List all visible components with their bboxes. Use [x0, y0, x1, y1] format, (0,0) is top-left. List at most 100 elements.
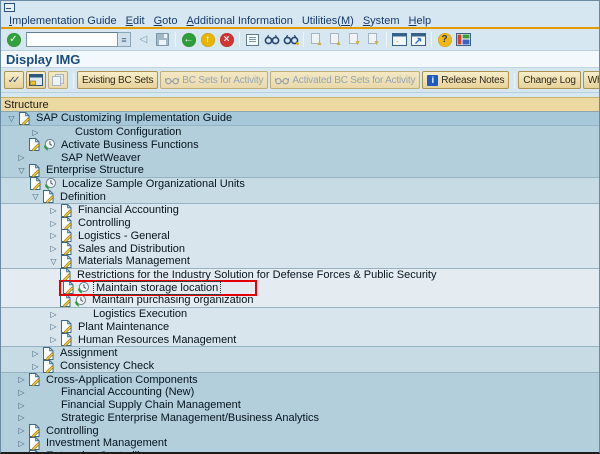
expander-closed-icon[interactable]: ▷ [47, 219, 60, 228]
tree-row[interactable]: ▽ Materials Management [1, 255, 599, 269]
command-field[interactable] [26, 32, 118, 47]
tree-item-label[interactable]: Controlling [46, 425, 99, 437]
tree-row[interactable]: Activate Business Functions [1, 138, 599, 151]
menu-system[interactable]: System [363, 15, 400, 27]
choose-icon[interactable]: ✓✓ [4, 71, 24, 89]
where-else-used-button[interactable]: Where Else Used [583, 71, 599, 89]
page-up-icon[interactable]: ▲ [327, 32, 344, 48]
doc-icon[interactable] [42, 360, 57, 373]
expander-open-icon[interactable]: ▽ [47, 257, 60, 266]
save-icon[interactable] [154, 32, 171, 48]
tree-row[interactable]: ▽ Definition [1, 190, 599, 204]
doc-icon[interactable] [62, 281, 77, 294]
help-icon[interactable]: ? [436, 32, 453, 48]
tree-row[interactable]: Maintain storage location [1, 281, 599, 294]
tree-item-label[interactable]: Financial Supply Chain Management [61, 399, 241, 411]
activity-icon[interactable] [74, 294, 89, 307]
control-menu-icon[interactable] [4, 3, 15, 12]
exit-icon[interactable]: ↑ [199, 32, 216, 48]
expander-closed-icon[interactable]: ▷ [15, 388, 28, 397]
doc-icon[interactable] [42, 347, 57, 360]
activity-icon[interactable] [44, 177, 59, 190]
print-icon[interactable] [244, 32, 261, 48]
expander-open-icon[interactable]: ▽ [5, 114, 18, 123]
doc-icon[interactable] [28, 164, 43, 177]
doc-icon[interactable] [60, 229, 75, 242]
doc-icon[interactable] [60, 255, 75, 268]
tree-item-label[interactable]: Custom Configuration [75, 126, 181, 138]
cancel-icon[interactable]: × [218, 32, 235, 48]
tree-row[interactable]: Localize Sample Organizational Units [1, 178, 599, 191]
doc-icon[interactable] [60, 320, 75, 333]
tree-item-label[interactable]: Financial Accounting [78, 204, 179, 216]
doc-icon[interactable] [60, 204, 75, 217]
tree-item-label[interactable]: Financial Accounting (New) [61, 386, 194, 398]
doc-icon[interactable] [28, 450, 43, 452]
create-shortcut-icon[interactable] [410, 32, 427, 48]
new-session-icon[interactable] [391, 32, 408, 48]
menu-help[interactable]: Help [409, 15, 432, 27]
tree-row[interactable]: ▷ Human Resources Management [1, 333, 599, 347]
tree-row[interactable]: Maintain purchasing organization [1, 294, 599, 308]
tree-item-label[interactable]: Activate Business Functions [61, 139, 199, 151]
tree-item-label[interactable]: Logistics Execution [93, 308, 187, 320]
menu-implementation-guide[interactable]: Implementation Guide [9, 15, 117, 27]
existing-bc-sets-button[interactable]: Existing BC Sets [77, 71, 158, 89]
tree-item-label[interactable]: Controlling [78, 217, 131, 229]
tree-item-label[interactable]: Human Resources Management [78, 334, 236, 346]
display-bc-sets-icon[interactable] [26, 71, 46, 89]
doc-icon[interactable] [28, 373, 43, 386]
bc-sets-for-activity-button[interactable]: BC Sets for Activity [160, 71, 268, 89]
expander-closed-icon[interactable]: ▷ [15, 401, 28, 410]
tree-item-label[interactable]: Logistics - General [78, 230, 170, 242]
tree-item-label[interactable]: Definition [60, 191, 106, 203]
tree-item-label[interactable]: Sales and Distribution [78, 243, 185, 255]
expander-closed-icon[interactable]: ▷ [15, 413, 28, 422]
menu-edit[interactable]: Edit [126, 15, 145, 27]
tree-row[interactable]: ▷Strategic Enterprise Management/Busines… [1, 412, 599, 425]
page-down-icon[interactable]: ▼ [346, 32, 363, 48]
expander-closed-icon[interactable]: ▷ [47, 322, 60, 331]
tree-item-label[interactable]: Cross-Application Components [46, 374, 198, 386]
expander-closed-icon[interactable]: ▷ [29, 128, 42, 137]
last-page-icon[interactable]: ▼ [365, 32, 382, 48]
expander-closed-icon[interactable]: ▷ [47, 231, 60, 240]
tree-row[interactable]: ▷ Logistics - General [1, 229, 599, 242]
expander-closed-icon[interactable]: ▷ [15, 153, 28, 162]
tree-row[interactable]: ▷ Sales and Distribution [1, 242, 599, 255]
expander-closed-icon[interactable]: ▷ [47, 206, 60, 215]
expander-closed-icon[interactable]: ▷ [15, 439, 28, 448]
enter-icon[interactable]: ✓ [5, 32, 22, 48]
command-field-list-icon[interactable]: ≡ [118, 32, 131, 47]
expander-closed-icon[interactable]: ▷ [47, 310, 60, 319]
doc-icon[interactable] [60, 333, 75, 346]
expander-closed-icon[interactable]: ▷ [29, 362, 42, 371]
command-history-icon[interactable]: ◁ [135, 32, 152, 48]
tree-row[interactable]: ▷ Financial Supply Chain Management [1, 399, 599, 412]
tree-item-label[interactable]: SAP Customizing Implementation Guide [36, 112, 232, 124]
tree-row[interactable]: ▷ Investment Management [1, 437, 599, 450]
doc-icon[interactable] [28, 424, 43, 437]
doc-icon[interactable] [42, 190, 57, 203]
doc-icon[interactable] [28, 138, 43, 151]
doc-icon[interactable] [18, 112, 33, 125]
release-notes-button[interactable]: iRelease Notes [422, 71, 509, 89]
tree-row[interactable]: ▽ SAP Customizing Implementation Guide [1, 112, 599, 126]
tree-row[interactable]: ▷ SAP NetWeaver [1, 151, 599, 164]
tree-row[interactable]: ▷ Assignment [1, 347, 599, 360]
doc-icon[interactable] [60, 217, 75, 230]
tree-item-label[interactable]: Maintain storage location [93, 281, 221, 295]
tree-item-label[interactable]: Consistency Check [60, 360, 154, 372]
tree-row[interactable]: ▷ Cross-Application Components [1, 373, 599, 386]
tree-item-label[interactable]: Maintain purchasing organization [92, 294, 253, 306]
tree-row[interactable]: ▷ Financial Accounting [1, 204, 599, 217]
doc-icon[interactable] [60, 242, 75, 255]
tree-item-label[interactable]: SAP NetWeaver [61, 152, 141, 164]
tree-row[interactable]: ▷ Enterprise Controlling [1, 450, 599, 452]
activated-bc-sets-for-activity-button[interactable]: Activated BC Sets for Activity [270, 71, 420, 89]
tree-row[interactable]: ▷ Logistics Execution [1, 308, 599, 321]
menu-goto[interactable]: Goto [154, 15, 178, 27]
find-next-icon[interactable] [282, 32, 299, 48]
expander-open-icon[interactable]: ▽ [15, 166, 28, 175]
copy-icon[interactable] [48, 71, 68, 89]
